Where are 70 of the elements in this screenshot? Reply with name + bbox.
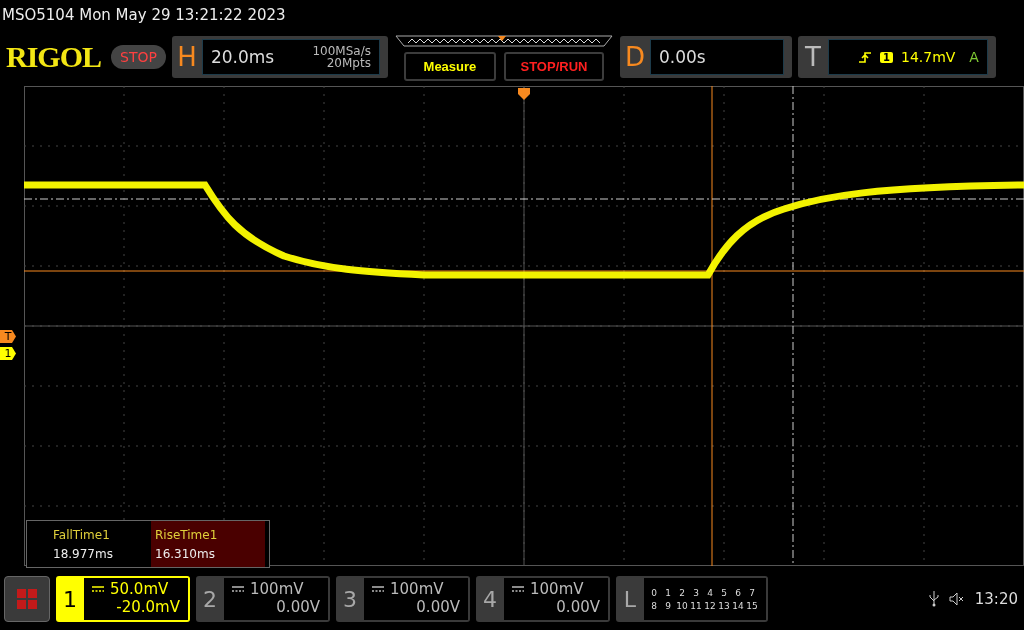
dc-coupling-icon [372,586,384,592]
measurement-value: 18.977ms [53,546,114,561]
digital-channel-number: 9 [664,600,672,611]
digital-channel-number: 12 [703,600,717,611]
logo: RIGOL [6,40,102,74]
digital-channel-number: 8 [650,600,658,611]
channel-number: 4 [482,585,498,614]
measurement-value: 16.310ms [155,546,216,561]
clock: 13:20 [974,590,1018,608]
usb-icon [928,591,939,607]
timebase-value: 20.0ms [210,47,275,67]
channel-number: 1 [62,585,78,614]
digital-channel-number: 10 [675,600,689,611]
channel-panel[interactable]: 1 50.0mV -20.0mV [56,576,190,622]
channel-offset: 0.00V [555,598,600,616]
channel-panel[interactable]: 4 100mV 0.00V [476,576,610,622]
channel-number: 2 [202,585,218,614]
channel-offset: -20.0mV [115,598,180,616]
measurement-item[interactable]: FallTime1 18.977ms [37,521,151,567]
level-marker[interactable]: 1 [0,347,16,360]
channel-scale: 100mV [530,580,584,598]
digital-channel-number: 11 [689,600,703,611]
trigger-label: T [804,42,822,72]
digital-channel-number: 7 [748,587,756,598]
speaker-muted-icon [948,592,965,606]
rising-edge-icon [858,50,872,64]
memory-depth: 20Mpts [326,57,371,69]
dc-coupling-icon [92,586,104,592]
measurement-name: FallTime1 [53,527,111,542]
logic-panel[interactable]: L 0 1 2 3 4 5 6 7 8 9 10 11 12 13 14 15 [616,576,768,622]
delay-value: 0.00s [658,47,706,67]
digital-channel-number: 4 [706,587,714,598]
level-marker[interactable]: T [0,330,16,343]
digital-channel-number: 14 [731,600,745,611]
logic-label: L [622,585,638,614]
trigger-level: 14.7mV [900,49,956,65]
dc-coupling-icon [232,586,244,592]
digital-channel-number: 0 [650,587,658,598]
window-title: MSO5104 Mon May 29 13:21:22 2023 [1,5,287,26]
sample-rate: 100MSa/s [312,45,371,57]
trigger-source-badge: 1 [880,51,893,63]
horizontal-label: H [176,42,198,72]
measurement-item[interactable]: RiseTime1 16.310ms [151,521,265,567]
channel-panel[interactable]: 3 100mV 0.00V [336,576,470,622]
digital-channel-number: 1 [664,587,672,598]
digital-channel-number: 6 [734,587,742,598]
digital-channel-number: 3 [692,587,700,598]
channel-offset: 0.00V [275,598,320,616]
trigger-panel[interactable]: T 1 14.7mV A [797,36,996,78]
run-state-badge: STOP [111,45,166,69]
apps-button[interactable] [4,576,50,622]
dc-coupling-icon [512,586,524,592]
digital-channel-number: 15 [745,600,759,611]
channel-scale: 100mV [250,580,304,598]
toolbar-button[interactable]: Measure [403,51,496,81]
digital-channel-number: 2 [678,587,686,598]
measurement-name: RiseTime1 [155,527,219,542]
grid-icon [16,588,38,610]
toolbar-button[interactable]: STOP/RUN [503,51,604,81]
channel-panel[interactable]: 2 100mV 0.00V [196,576,330,622]
delay-panel[interactable]: D 0.00s [619,36,792,78]
trigger-mode: A [969,49,979,65]
horizontal-panel[interactable]: H 20.0ms 100MSa/s 20Mpts [171,36,388,78]
channel-number: 3 [342,585,358,614]
channel-offset: 0.00V [415,598,460,616]
digital-channel-number: 13 [717,600,731,611]
delay-label: D [623,42,646,72]
digital-channel-number: 5 [720,587,728,598]
channel-scale: 50.0mV [110,580,169,598]
channel-scale: 100mV [390,580,444,598]
